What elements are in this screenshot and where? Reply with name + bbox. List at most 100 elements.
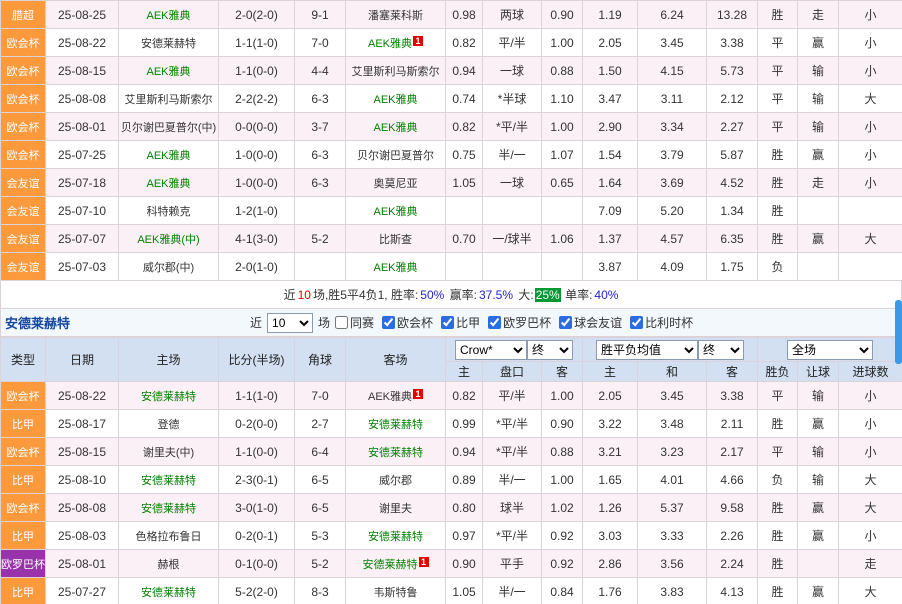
asian-away-odds-cell: 0.84 bbox=[542, 578, 583, 604]
asian-home-odds-cell: 0.82 bbox=[446, 382, 483, 410]
asian-away-odds-cell: 1.00 bbox=[542, 29, 583, 57]
scope-select[interactable]: 全场 bbox=[787, 340, 873, 360]
subcol-euro-home: 主 bbox=[583, 362, 638, 382]
euro-home-odds-cell: 3.21 bbox=[583, 438, 638, 466]
filter-checkbox[interactable] bbox=[441, 316, 454, 329]
date-cell: 25-08-10 bbox=[46, 466, 119, 494]
league-filter[interactable]: 欧会杯 bbox=[382, 314, 433, 331]
summary-segment: 近 bbox=[283, 288, 297, 302]
home-team-cell: 科特赖克 bbox=[119, 197, 219, 225]
score-cell: 1-1(0-0) bbox=[219, 57, 295, 85]
match-row: 欧会杯25-07-25AEK雅典1-0(0-0)6-3贝尔谢巴夏普尔0.75半/… bbox=[1, 141, 902, 169]
handicap-result-cell: 赢 bbox=[798, 522, 839, 550]
asian-line-cell: 平/半 bbox=[483, 29, 542, 57]
team-name: 比斯查 bbox=[379, 234, 412, 246]
handicap-result-cell: 输 bbox=[798, 57, 839, 85]
score-cell: 0-0(0-0) bbox=[219, 113, 295, 141]
league-cell: 会友谊 bbox=[1, 197, 46, 225]
league-filter[interactable]: 比甲 bbox=[441, 314, 480, 331]
team-name: 科特赖克 bbox=[147, 206, 191, 218]
result-cell: 平 bbox=[758, 382, 798, 410]
red-card-badge: 1 bbox=[419, 557, 429, 567]
filter-checkbox[interactable] bbox=[335, 316, 348, 329]
recent-count-select[interactable]: 10 bbox=[267, 313, 313, 333]
result-cell: 胜 bbox=[758, 578, 798, 604]
bookmaker-select[interactable]: Crow* bbox=[455, 340, 527, 360]
date-cell: 25-07-18 bbox=[46, 169, 119, 197]
league-filter[interactable]: 比利时杯 bbox=[630, 314, 693, 331]
filter-label: 同赛 bbox=[350, 314, 374, 331]
scrollbar-thumb[interactable] bbox=[895, 300, 902, 364]
euro-final-select[interactable]: 终 bbox=[698, 340, 744, 360]
goals-result-cell: 小 bbox=[839, 29, 902, 57]
home-team-cell: 赫根 bbox=[119, 550, 219, 578]
league-cell: 欧会杯 bbox=[1, 382, 46, 410]
league-filter[interactable]: 欧罗巴杯 bbox=[488, 314, 551, 331]
euro-home-odds-cell: 1.54 bbox=[583, 141, 638, 169]
euro-away-odds-cell: 5.87 bbox=[707, 141, 758, 169]
asian-home-odds-cell: 0.74 bbox=[446, 85, 483, 113]
away-team-cell: 韦斯特鲁 bbox=[346, 578, 446, 604]
asian-line-cell: 半/一 bbox=[483, 578, 542, 604]
asian-line-cell: 平手 bbox=[483, 550, 542, 578]
summary-segment: 40% bbox=[593, 288, 619, 302]
euro-away-odds-cell: 6.35 bbox=[707, 225, 758, 253]
euro-draw-odds-cell: 3.11 bbox=[638, 85, 707, 113]
asian-away-odds-cell: 0.90 bbox=[542, 410, 583, 438]
date-cell: 25-07-25 bbox=[46, 141, 119, 169]
table2-header-row: 类型 日期 主场 比分(半场) 角球 客场 Crow*终 胜平负均值终 全场 bbox=[1, 338, 902, 362]
result-cell: 胜 bbox=[758, 1, 798, 29]
euro-draw-odds-cell: 5.37 bbox=[638, 494, 707, 522]
euro-away-odds-cell: 13.28 bbox=[707, 1, 758, 29]
league-filter[interactable]: 同赛 bbox=[335, 314, 374, 331]
result-cell: 平 bbox=[758, 113, 798, 141]
euro-avg-select[interactable]: 胜平负均值 bbox=[596, 340, 698, 360]
asian-final-select[interactable]: 终 bbox=[527, 340, 573, 360]
corners-cell bbox=[295, 197, 346, 225]
league-filter[interactable]: 球会友谊 bbox=[559, 314, 622, 331]
team-name: 奥莫尼亚 bbox=[374, 178, 418, 190]
asian-home-odds-cell: 0.90 bbox=[446, 550, 483, 578]
asian-away-odds-cell: 0.88 bbox=[542, 57, 583, 85]
home-team-cell: 登德 bbox=[119, 410, 219, 438]
asian-away-odds-cell: 1.07 bbox=[542, 141, 583, 169]
match-row: 欧会杯25-08-22安德莱赫特1-1(1-0)7-0AEK雅典10.82平/半… bbox=[1, 382, 902, 410]
team-name: 韦斯特鲁 bbox=[374, 587, 418, 599]
asian-home-odds-cell: 0.99 bbox=[446, 410, 483, 438]
corners-cell bbox=[295, 253, 346, 281]
result-cell: 胜 bbox=[758, 494, 798, 522]
asian-line-cell: 一球 bbox=[483, 169, 542, 197]
home-team-cell: AEK雅典 bbox=[119, 1, 219, 29]
filter-checkbox[interactable] bbox=[630, 316, 643, 329]
euro-home-odds-cell: 1.76 bbox=[583, 578, 638, 604]
red-card-badge: 1 bbox=[413, 389, 423, 399]
away-team-cell: 安德莱赫特 bbox=[346, 410, 446, 438]
euro-home-odds-cell: 1.64 bbox=[583, 169, 638, 197]
euro-home-odds-cell: 2.86 bbox=[583, 550, 638, 578]
filter-checkbox[interactable] bbox=[382, 316, 395, 329]
team2-section-header: 安德莱赫特 近 10 场 同赛欧会杯比甲欧罗巴杯球会友谊比利时杯 bbox=[0, 309, 902, 337]
score-cell: 2-3(0-1) bbox=[219, 466, 295, 494]
filter-checkbox[interactable] bbox=[559, 316, 572, 329]
filter-label: 欧罗巴杯 bbox=[503, 314, 551, 331]
league-cell: 比甲 bbox=[1, 410, 46, 438]
asian-away-odds-cell: 1.00 bbox=[542, 466, 583, 494]
home-team-cell: AEK雅典 bbox=[119, 57, 219, 85]
team-name: 谢里夫(中) bbox=[143, 447, 194, 459]
date-cell: 25-08-03 bbox=[46, 522, 119, 550]
corners-cell: 7-0 bbox=[295, 29, 346, 57]
result-cell: 胜 bbox=[758, 197, 798, 225]
corners-cell: 6-5 bbox=[295, 494, 346, 522]
team2-history-table: 类型 日期 主场 比分(半场) 角球 客场 Crow*终 胜平负均值终 全场 主… bbox=[0, 337, 902, 604]
result-cell: 平 bbox=[758, 29, 798, 57]
corners-cell: 3-7 bbox=[295, 113, 346, 141]
asian-away-odds-cell: 1.06 bbox=[542, 225, 583, 253]
subcol-goals: 进球数 bbox=[839, 362, 902, 382]
team-name: 安德莱赫特 bbox=[141, 391, 196, 403]
summary-segment: 大: bbox=[514, 288, 535, 302]
filter-checkbox[interactable] bbox=[488, 316, 501, 329]
result-cell: 胜 bbox=[758, 141, 798, 169]
asian-home-odds-cell: 0.70 bbox=[446, 225, 483, 253]
team-name: 安德莱赫特 bbox=[368, 419, 423, 431]
handicap-result-cell: 输 bbox=[798, 466, 839, 494]
